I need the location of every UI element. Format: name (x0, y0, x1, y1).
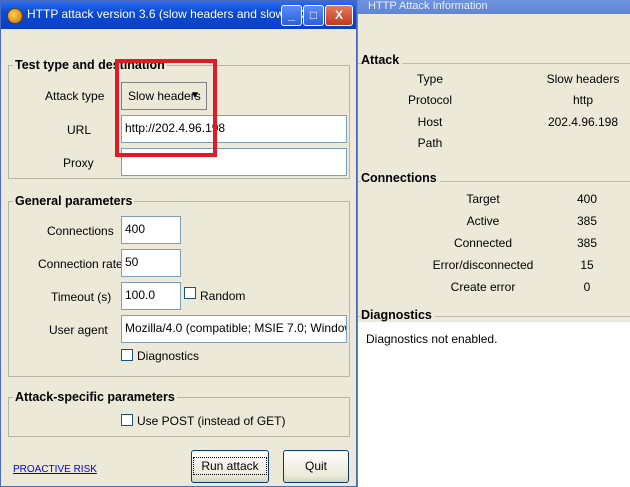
target-row-label: Target (466, 192, 500, 206)
close-button[interactable]: X (325, 5, 353, 26)
random-checkbox[interactable] (184, 287, 196, 299)
diagnostics-checkbox[interactable] (121, 349, 133, 361)
proactive-risk-link[interactable]: PROACTIVE RISK (13, 464, 97, 475)
host-row-value: 202.4.96.198 (547, 115, 619, 129)
attack-information-window: HTTP Attack Information Attack Type Slow… (357, 0, 630, 487)
host-row-label: Host (417, 115, 443, 129)
quit-label: Quit (304, 459, 327, 473)
use-post-label: Use POST (instead of GET) (137, 414, 286, 428)
active-row-value: 385 (576, 214, 598, 228)
create-error-row-label: Create error (450, 280, 516, 294)
app-icon (7, 8, 23, 24)
active-row-label: Active (466, 214, 500, 228)
group-title: General parameters (13, 194, 135, 208)
close-icon: X (334, 8, 343, 22)
diagnostics-text: Diagnostics not enabled. (366, 332, 498, 346)
quit-button[interactable]: Quit (283, 450, 349, 483)
diagnostics-label: Diagnostics (137, 349, 200, 363)
connections-section-title: Connections (361, 171, 440, 185)
use-post-checkbox[interactable] (121, 414, 133, 426)
connections-input[interactable]: 400 (121, 216, 181, 244)
url-label: URL (67, 123, 92, 137)
user-agent-input[interactable]: Mozilla/4.0 (compatible; MSIE 7.0; Windo… (121, 315, 347, 343)
attack-type-label: Attack type (45, 89, 105, 103)
window-title: HTTP attack version 3.6 (slow headers an… (27, 7, 325, 21)
attack-type-row-label: Type (416, 72, 443, 86)
timeout-input[interactable]: 100.0 (121, 282, 181, 310)
run-attack-label: Run attack (193, 457, 267, 475)
error-row-value: 15 (580, 258, 594, 272)
proxy-label: Proxy (63, 156, 94, 170)
maximize-icon: □ (309, 8, 318, 22)
diagnostics-section-title: Diagnostics (361, 308, 435, 322)
minimize-button[interactable]: _ (281, 5, 302, 26)
connected-row-label: Connected (453, 236, 513, 250)
error-row-label: Error/disconnected (432, 258, 534, 272)
protocol-row-label: Protocol (407, 93, 453, 107)
create-error-row-value: 0 (583, 280, 591, 294)
attack-section-title: Attack (361, 53, 403, 67)
window-title: HTTP Attack Information (368, 0, 488, 12)
connected-row-value: 385 (576, 236, 598, 250)
connection-rate-input[interactable]: 50 (121, 249, 181, 277)
timeout-label: Timeout (s) (51, 290, 112, 304)
connections-label: Connections (47, 224, 114, 238)
annotation-highlight-box (115, 59, 217, 157)
http-attack-window: HTTP attack version 3.6 (slow headers an… (0, 0, 357, 487)
title-bar[interactable]: HTTP attack version 3.6 (slow headers an… (1, 1, 356, 29)
random-label: Random (200, 289, 246, 303)
run-attack-button[interactable]: Run attack (191, 450, 269, 483)
target-row-value: 400 (576, 192, 598, 206)
group-title: Attack-specific parameters (13, 390, 177, 404)
minimize-icon: _ (288, 8, 295, 22)
attack-type-row-value: Slow headers (546, 72, 620, 86)
title-bar[interactable]: HTTP Attack Information (358, 0, 630, 14)
connection-rate-label: Connection rate (38, 257, 123, 271)
protocol-row-value: http (572, 93, 593, 107)
path-row-label: Path (417, 136, 443, 150)
diagnostics-pane[interactable]: Diagnostics not enabled. (358, 322, 630, 487)
maximize-button[interactable]: □ (303, 5, 324, 26)
user-agent-label: User agent (49, 323, 108, 337)
